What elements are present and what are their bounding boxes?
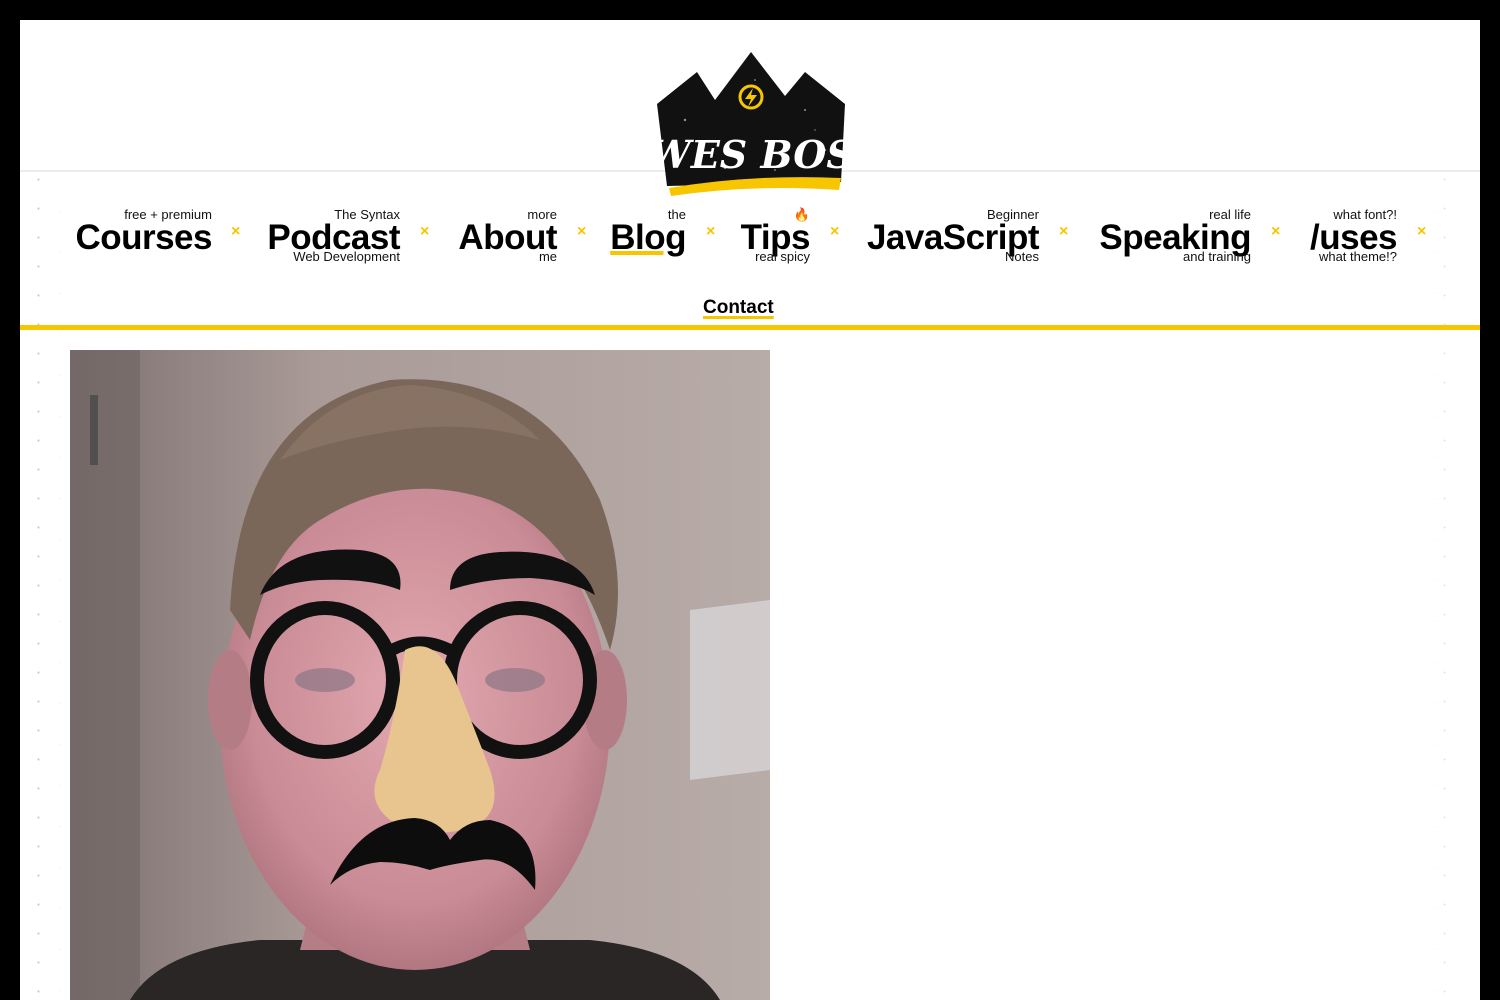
nav-item-courses-label: Courses bbox=[75, 218, 212, 257]
nav-item-speaking-bottom: and training bbox=[1183, 249, 1251, 264]
nav-separator: × bbox=[1417, 223, 1427, 240]
nav-separator: × bbox=[577, 223, 587, 240]
nav-divider bbox=[20, 325, 1480, 330]
nav-item-courses[interactable]: free + premium Courses bbox=[72, 208, 212, 270]
nav-item-about-bottom: me bbox=[538, 249, 557, 264]
nav-item-speaking[interactable]: real life Speaking and training bbox=[1090, 208, 1251, 270]
nav-item-javascript[interactable]: Beginner JavaScript Notes bbox=[861, 208, 1040, 270]
nav-item-about[interactable]: more About me bbox=[451, 208, 557, 270]
nav-item-javascript-bottom: Notes bbox=[1005, 249, 1039, 264]
nav-item-uses-bottom: what theme!? bbox=[1318, 249, 1397, 264]
nav-item-tips-bottom: real spicy bbox=[755, 249, 810, 264]
nav-separator: × bbox=[706, 223, 716, 240]
nav-separator: × bbox=[231, 223, 241, 240]
webcam-photo bbox=[70, 350, 770, 1000]
nav-item-podcast-bottom: Web Development bbox=[293, 249, 400, 264]
nav-item-podcast[interactable]: The Syntax Podcast Web Development bbox=[262, 208, 400, 270]
nav-item-blog-label: Blog bbox=[610, 218, 686, 257]
wes-bos-logo[interactable]: WES BOS bbox=[655, 50, 847, 200]
nav-item-tips[interactable]: 🔥 Tips real spicy bbox=[737, 208, 811, 270]
nav-separator: × bbox=[420, 223, 430, 240]
nav-separator: × bbox=[1059, 223, 1069, 240]
nav-item-uses[interactable]: what font?! /uses what theme!? bbox=[1302, 208, 1398, 270]
nav-item-blog[interactable]: the Blog bbox=[608, 208, 686, 270]
nav-separator: × bbox=[1271, 223, 1281, 240]
nav-item-contact[interactable]: Contact bbox=[703, 297, 774, 319]
nav-separator: × bbox=[830, 223, 840, 240]
page: WES BOS free + premium Courses × The Syn… bbox=[20, 20, 1480, 1000]
logo-text: WES BOS bbox=[655, 132, 847, 177]
